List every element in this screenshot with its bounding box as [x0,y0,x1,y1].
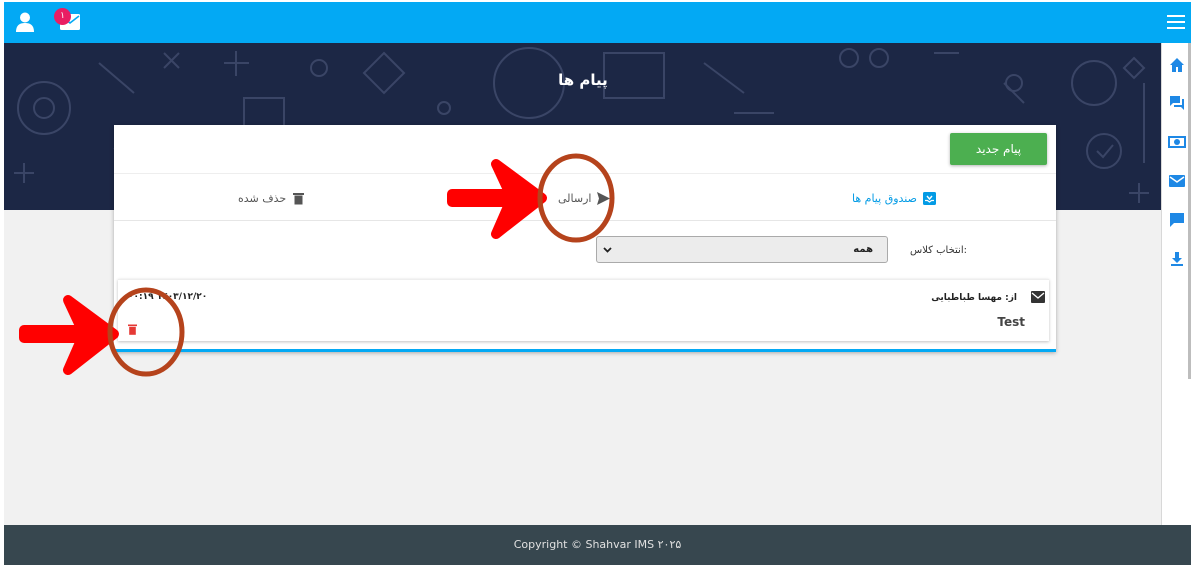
side-nav [1161,43,1191,525]
user-icon[interactable] [16,12,34,32]
page-title: پیام ها [558,71,608,89]
money-icon[interactable] [1168,133,1186,151]
trash-icon [293,192,305,204]
notification-badge: ۱ [54,8,71,25]
message-body: Test [997,315,1025,329]
envelope-icon [1031,291,1045,303]
class-filter-value: همه [853,244,873,255]
annotation-sent-tab [447,153,615,243]
top-bar: ۱ [4,2,1191,43]
tab-inbox-label: صندوق پیام ها [852,191,917,205]
home-icon[interactable] [1168,56,1186,74]
annotation-delete-icon [19,287,185,377]
menu-icon[interactable] [1167,15,1185,29]
tab-inbox[interactable]: صندوق پیام ها [852,189,936,207]
chevron-down-icon [603,247,612,253]
forum-icon[interactable] [1168,94,1186,112]
message-item[interactable]: از: مهسا طباطبایی ۰۰:۱۹ ۱۴۰۳/۱۲/۲۰ Test [118,279,1049,341]
mail-icon[interactable] [1168,172,1186,190]
chat-icon[interactable] [1168,211,1186,229]
footer: Copyright © Shahvar IMS ۲۰۲۵ [4,525,1191,565]
class-filter-select[interactable]: همه [596,236,888,263]
footer-copyright: Copyright © Shahvar IMS ۲۰۲۵ [513,538,682,551]
class-filter-label: انتخاب کلاس: [910,245,967,256]
new-message-button[interactable]: پیام جدید [950,133,1047,165]
message-sender: از: مهسا طباطبایی [931,293,1017,303]
tab-deleted[interactable]: حذف شده [238,189,305,207]
tab-deleted-label: حذف شده [238,191,287,205]
inbox-icon [922,191,936,205]
messages-button[interactable]: ۱ [54,8,84,36]
download-icon[interactable] [1168,250,1186,268]
app-page: ۱ پیام ها پیام جدید صندوق پیام ها ارسالی… [4,2,1191,565]
